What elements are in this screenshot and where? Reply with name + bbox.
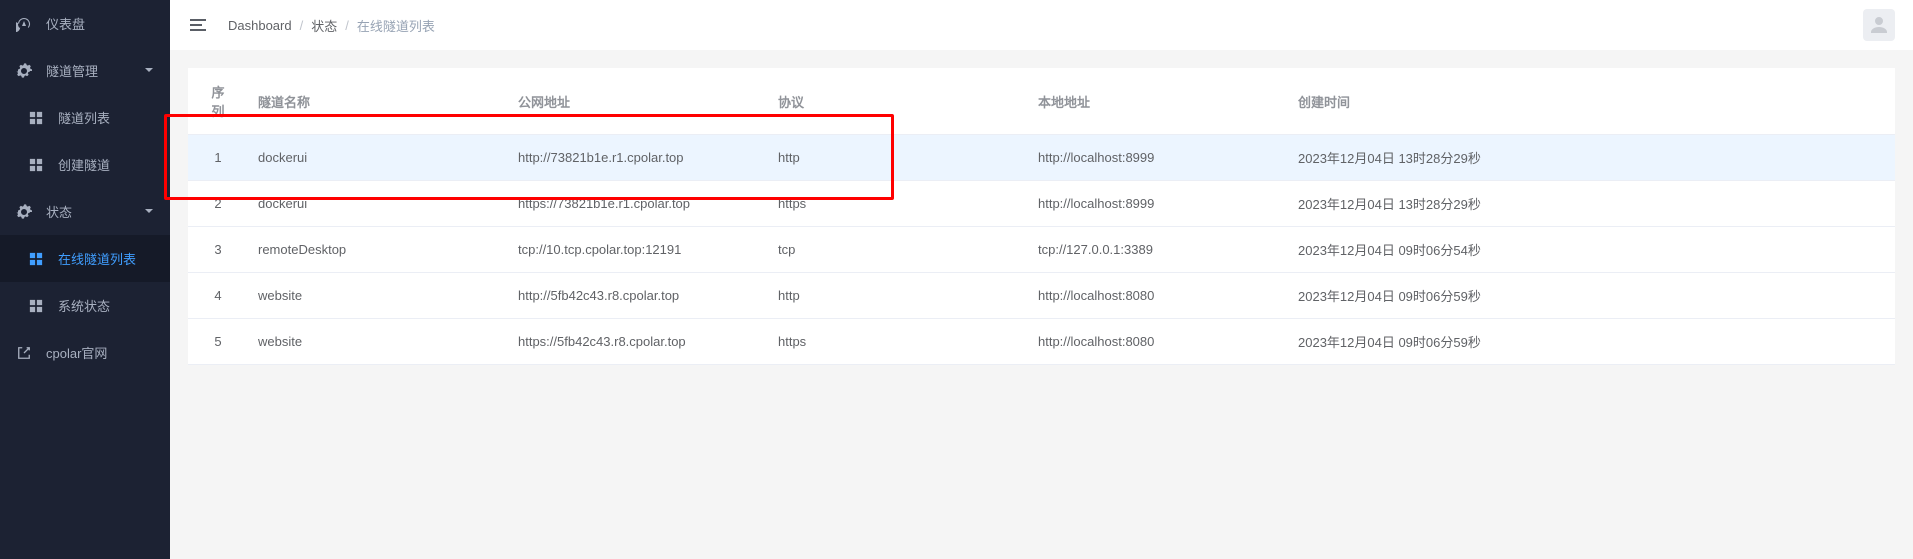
grid-icon (28, 251, 44, 267)
cell-seq: 1 (188, 135, 248, 181)
table-row[interactable]: 3remoteDesktoptcp://10.tcp.cpolar.top:12… (188, 227, 1895, 273)
cell-seq: 5 (188, 319, 248, 365)
cell-time: 2023年12月04日 13时28分29秒 (1288, 135, 1895, 181)
cell-seq: 2 (188, 181, 248, 227)
main-area: Dashboard / 状态 / 在线隧道列表 序列 隧道名称 公网地址 (170, 0, 1913, 559)
sidebar-item-cpolar-site[interactable]: cpolar官网 (0, 329, 170, 376)
chevron-down-icon (144, 63, 154, 78)
cell-proto: tcp (768, 227, 1028, 273)
avatar[interactable] (1863, 9, 1895, 41)
grid-icon (28, 298, 44, 314)
grid-icon (28, 110, 44, 126)
cell-time: 2023年12月04日 09时06分54秒 (1288, 227, 1895, 273)
topbar: Dashboard / 状态 / 在线隧道列表 (170, 0, 1913, 50)
cell-name: website (248, 319, 508, 365)
cell-local: http://localhost:8999 (1028, 181, 1288, 227)
sidebar-item-label: 创建隧道 (58, 155, 110, 174)
th-url: 公网地址 (508, 68, 768, 135)
gauge-icon (16, 16, 32, 32)
sidebar-item-tunnel-list[interactable]: 隧道列表 (0, 94, 170, 141)
gear-icon (16, 63, 32, 79)
sidebar-item-label: 隧道列表 (58, 108, 110, 127)
cell-local: tcp://127.0.0.1:3389 (1028, 227, 1288, 273)
cell-time: 2023年12月04日 09时06分59秒 (1288, 319, 1895, 365)
sidebar-item-label: cpolar官网 (46, 343, 107, 362)
cell-local: http://localhost:8999 (1028, 135, 1288, 181)
menu-toggle-button[interactable] (188, 15, 208, 35)
sidebar-item-label: 仪表盘 (46, 14, 85, 33)
cell-seq: 4 (188, 273, 248, 319)
sidebar-item-label: 系统状态 (58, 296, 110, 315)
tunnel-table: 序列 隧道名称 公网地址 协议 本地地址 创建时间 1dockeruihttp:… (188, 68, 1895, 365)
breadcrumb-sep: / (345, 18, 349, 33)
breadcrumb-item-current: 在线隧道列表 (357, 16, 435, 35)
cell-proto: http (768, 135, 1028, 181)
th-name: 隧道名称 (248, 68, 508, 135)
breadcrumb: Dashboard / 状态 / 在线隧道列表 (228, 16, 435, 35)
th-seq: 序列 (188, 68, 248, 135)
th-time: 创建时间 (1288, 68, 1895, 135)
sidebar-item-create-tunnel[interactable]: 创建隧道 (0, 141, 170, 188)
cell-local: http://localhost:8080 (1028, 273, 1288, 319)
table-row[interactable]: 1dockeruihttp://73821b1e.r1.cpolar.topht… (188, 135, 1895, 181)
cell-name: dockerui (248, 135, 508, 181)
sidebar: 仪表盘 隧道管理 隧道列表 创建隧道 状态 在线隧道列表 系统状态 (0, 0, 170, 559)
cell-seq: 3 (188, 227, 248, 273)
breadcrumb-item[interactable]: 状态 (311, 16, 337, 35)
sidebar-item-label: 在线隧道列表 (58, 249, 136, 268)
cell-url: http://5fb42c43.r8.cpolar.top (508, 273, 768, 319)
table-row[interactable]: 5websitehttps://5fb42c43.r8.cpolar.topht… (188, 319, 1895, 365)
table-panel: 序列 隧道名称 公网地址 协议 本地地址 创建时间 1dockeruihttp:… (188, 68, 1895, 365)
breadcrumb-item[interactable]: Dashboard (228, 18, 292, 33)
cell-local: http://localhost:8080 (1028, 319, 1288, 365)
cell-name: dockerui (248, 181, 508, 227)
sidebar-item-label: 状态 (46, 202, 72, 221)
th-local: 本地地址 (1028, 68, 1288, 135)
cell-proto: https (768, 319, 1028, 365)
cell-url: https://73821b1e.r1.cpolar.top (508, 181, 768, 227)
cell-url: http://73821b1e.r1.cpolar.top (508, 135, 768, 181)
cell-url: https://5fb42c43.r8.cpolar.top (508, 319, 768, 365)
table-row[interactable]: 2dockeruihttps://73821b1e.r1.cpolar.toph… (188, 181, 1895, 227)
cell-time: 2023年12月04日 09时06分59秒 (1288, 273, 1895, 319)
sidebar-item-online-tunnels[interactable]: 在线隧道列表 (0, 235, 170, 282)
cell-time: 2023年12月04日 13时28分29秒 (1288, 181, 1895, 227)
table-row[interactable]: 4websitehttp://5fb42c43.r8.cpolar.tophtt… (188, 273, 1895, 319)
chevron-down-icon (144, 204, 154, 219)
cell-url: tcp://10.tcp.cpolar.top:12191 (508, 227, 768, 273)
content: 序列 隧道名称 公网地址 协议 本地地址 创建时间 1dockeruihttp:… (170, 50, 1913, 559)
cell-proto: https (768, 181, 1028, 227)
sidebar-item-label: 隧道管理 (46, 61, 98, 80)
sidebar-item-status[interactable]: 状态 (0, 188, 170, 235)
cell-name: website (248, 273, 508, 319)
sidebar-item-system-status[interactable]: 系统状态 (0, 282, 170, 329)
gear-icon (16, 204, 32, 220)
sidebar-item-tunnel-manage[interactable]: 隧道管理 (0, 47, 170, 94)
cell-name: remoteDesktop (248, 227, 508, 273)
sidebar-item-dashboard[interactable]: 仪表盘 (0, 0, 170, 47)
breadcrumb-sep: / (300, 18, 304, 33)
th-proto: 协议 (768, 68, 1028, 135)
grid-icon (28, 157, 44, 173)
cell-proto: http (768, 273, 1028, 319)
external-link-icon (16, 345, 32, 361)
